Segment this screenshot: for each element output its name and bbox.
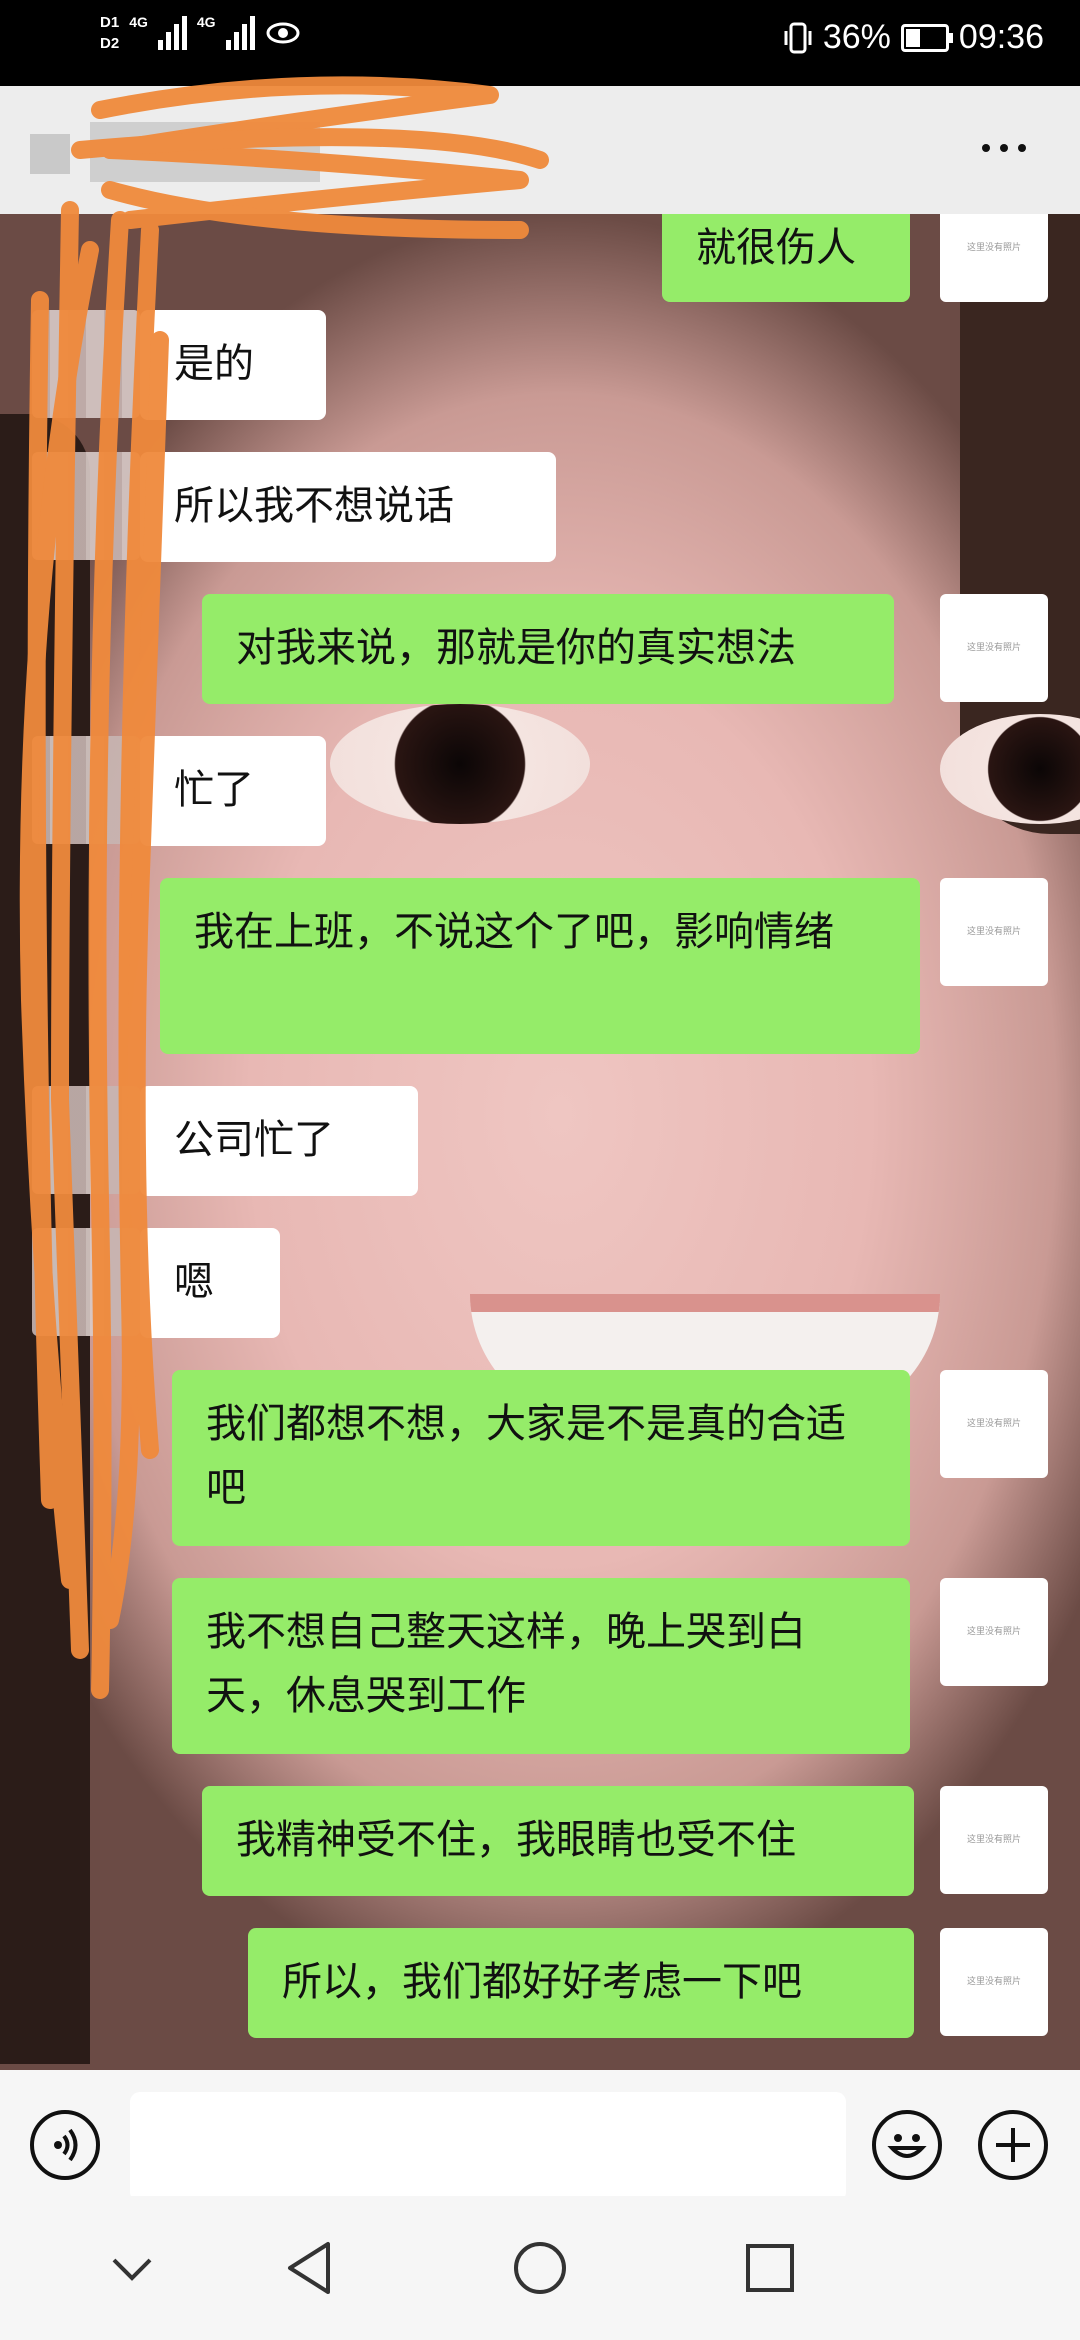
voice-button[interactable]: [30, 2110, 100, 2180]
plus-button[interactable]: [978, 2110, 1048, 2180]
emoji-icon: [887, 2134, 927, 2158]
contact-avatar[interactable]: [32, 452, 140, 560]
sent-message-bubble[interactable]: 对我来说，那就是你的真实想法: [202, 594, 894, 704]
sent-message-bubble[interactable]: 我在上班，不说这个了吧，影响情绪: [160, 878, 920, 1054]
contact-avatar[interactable]: [32, 736, 140, 844]
vibrate-icon: [784, 22, 812, 53]
chat-area: 就很伤人 这里没有照片 是的 所以我不想说话 对我来说，那就是你的真实想法 这里没有照片忙…: [0, 214, 1080, 2070]
more-icon[interactable]: [982, 144, 1026, 152]
sent-message-bubble[interactable]: 所以，我们都好好考虑一下吧: [248, 1928, 914, 2038]
system-nav-bar: [0, 2196, 1080, 2340]
emoji-button[interactable]: [872, 2110, 942, 2180]
signal-icon-2: [225, 16, 255, 50]
sim1-label: D1: [100, 14, 120, 31]
sent-message-bubble[interactable]: 就很伤人: [662, 214, 910, 302]
network-type-1: 4G: [129, 14, 148, 30]
contact-avatar[interactable]: [32, 1228, 140, 1336]
my-avatar[interactable]: 这里没有照片: [940, 214, 1048, 302]
clock: 09:36: [958, 18, 1044, 56]
home-icon[interactable]: [512, 2240, 568, 2296]
redacted-title: [30, 134, 70, 174]
redacted-title-block: [90, 122, 320, 182]
contact-avatar[interactable]: [32, 1086, 140, 1194]
sent-message-bubble[interactable]: 我精神受不住，我眼睛也受不住: [202, 1786, 914, 1896]
sent-message-bubble[interactable]: 我不想自己整天这样，晚上哭到白天，休息哭到工作: [172, 1578, 910, 1754]
status-left: D1 D2 4G 4G: [100, 14, 301, 52]
my-avatar[interactable]: 这里没有照片: [940, 594, 1048, 702]
battery-icon: [900, 23, 953, 52]
message-input[interactable]: [130, 2092, 846, 2202]
status-bar: D1 D2 4G 4G 36% 09:36: [0, 0, 1080, 86]
eye-icon: [266, 22, 300, 44]
received-message-bubble[interactable]: 所以我不想说话: [140, 452, 556, 562]
input-bar: [0, 2070, 1080, 2202]
my-avatar[interactable]: 这里没有照片: [940, 1370, 1048, 1478]
received-message-bubble[interactable]: 是的: [140, 310, 326, 420]
sent-message-bubble[interactable]: 我们都想不想，大家是不是真的合适吧: [172, 1370, 910, 1546]
my-avatar[interactable]: 这里没有照片: [940, 878, 1048, 986]
signal-icon-1: [157, 16, 187, 50]
plus-icon: [996, 2128, 1030, 2162]
contact-avatar[interactable]: [32, 310, 140, 418]
back-icon[interactable]: [284, 2240, 334, 2296]
sim-labels: D1 D2: [100, 14, 119, 52]
battery-percent: 36%: [822, 18, 891, 56]
voice-icon: [54, 2128, 78, 2162]
chevron-down-icon[interactable]: [110, 2256, 154, 2282]
received-message-bubble[interactable]: 嗯: [140, 1228, 280, 1338]
battery-fill: [905, 28, 920, 47]
status-right: 36% 09:36: [783, 18, 1044, 57]
my-avatar[interactable]: 这里没有照片: [940, 1578, 1048, 1686]
received-message-bubble[interactable]: 公司忙了: [140, 1086, 418, 1196]
my-avatar[interactable]: 这里没有照片: [940, 1928, 1048, 2036]
chat-title-bar: [0, 86, 1080, 214]
my-avatar[interactable]: 这里没有照片: [940, 1786, 1048, 1894]
network-type-2: 4G: [196, 14, 216, 30]
background-eye-left: [330, 704, 590, 824]
sim2-label: D2: [100, 35, 120, 52]
received-message-bubble[interactable]: 忙了: [140, 736, 326, 846]
recents-icon[interactable]: [744, 2242, 796, 2294]
